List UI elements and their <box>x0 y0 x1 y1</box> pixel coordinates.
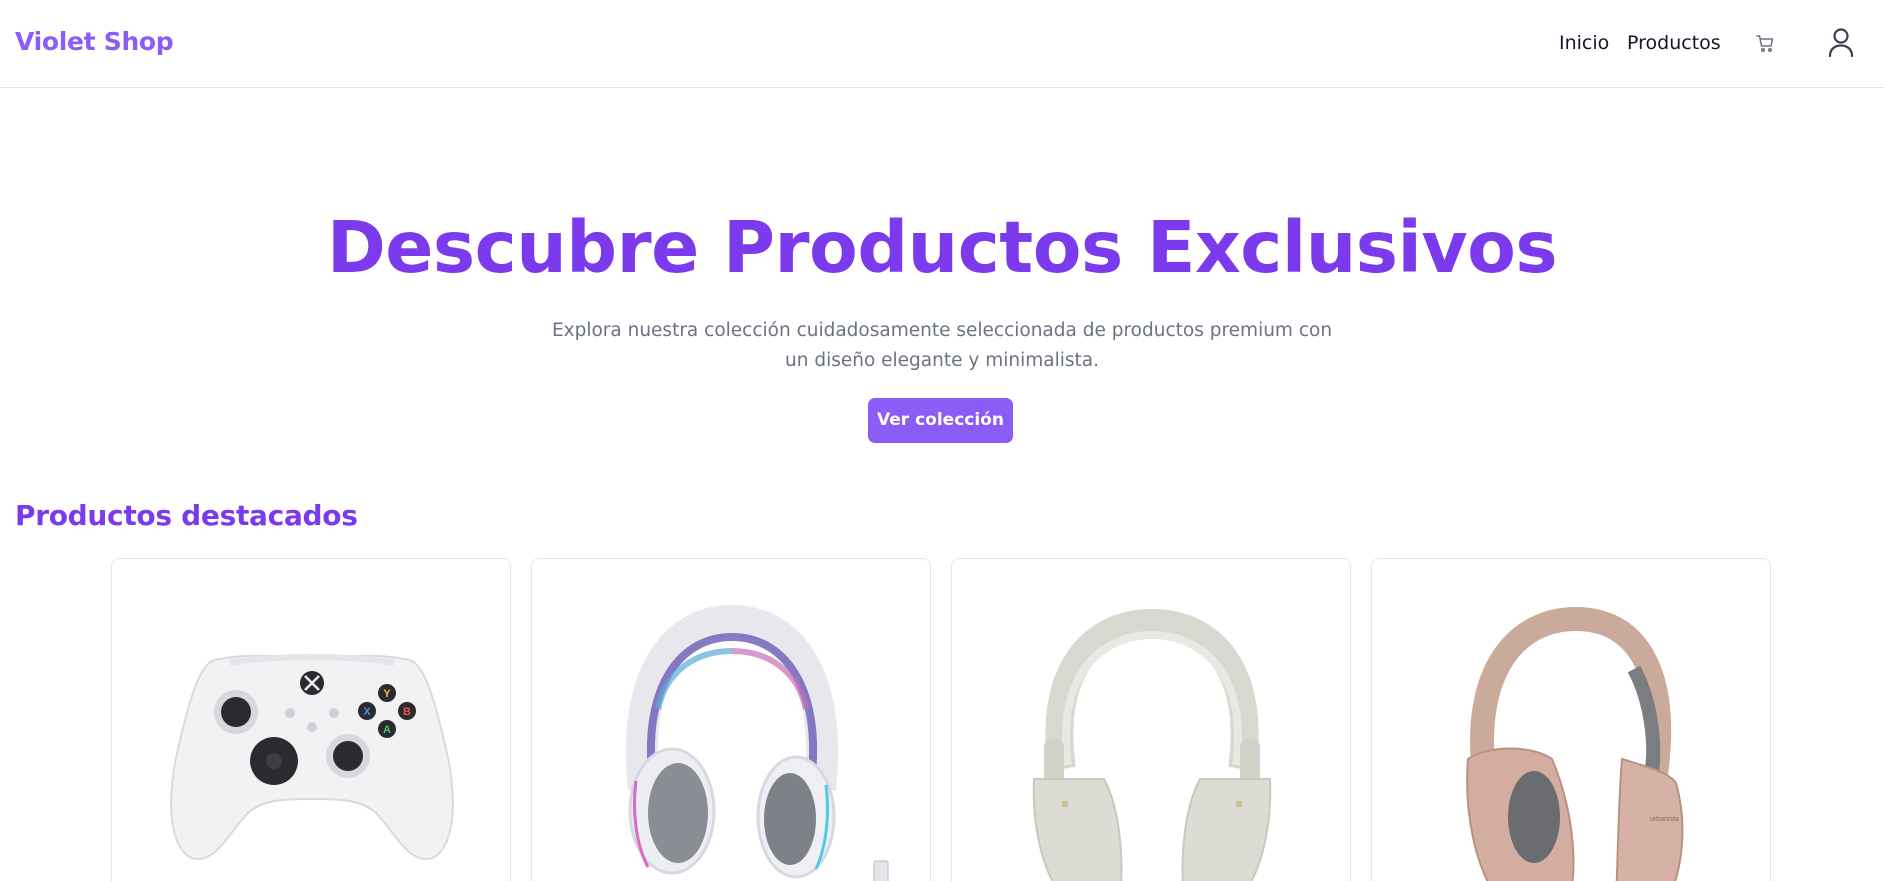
featured-products-title: Productos destacados <box>15 499 358 532</box>
nav-link-inicio[interactable]: Inicio <box>1559 32 1609 54</box>
navbar: Violet Shop Inicio Productos <box>0 0 1884 88</box>
product-card[interactable]: urbanista <box>1371 558 1771 881</box>
nav-link-productos[interactable]: Productos <box>1627 32 1721 54</box>
product-image-headphones-beige <box>1032 608 1272 881</box>
view-collection-button[interactable]: Ver colección <box>868 398 1013 443</box>
brand-logo[interactable]: Violet Shop <box>15 27 174 56</box>
svg-text:B: B <box>403 706 411 718</box>
product-image-headphones-rose: urbanista <box>1466 606 1684 881</box>
hero-title: Descubre Productos Exclusivos <box>326 206 1558 289</box>
hero-subtitle: Explora nuestra colección cuidadosamente… <box>551 320 1333 371</box>
svg-text:A: A <box>383 724 391 736</box>
cart-icon[interactable] <box>1753 30 1777 56</box>
svg-text:Y: Y <box>383 688 391 700</box>
hero-section: Descubre Productos Exclusivos Explora nu… <box>0 88 1884 448</box>
product-image-headset <box>625 604 889 881</box>
svg-text:urbanista: urbanista <box>1650 816 1679 823</box>
svg-text:X: X <box>363 706 371 718</box>
product-card[interactable] <box>531 558 931 881</box>
product-card[interactable] <box>951 558 1351 881</box>
user-icon[interactable] <box>1825 26 1857 60</box>
product-card[interactable]: Y X B A <box>111 558 511 881</box>
product-image-controller: Y X B A <box>170 654 454 861</box>
